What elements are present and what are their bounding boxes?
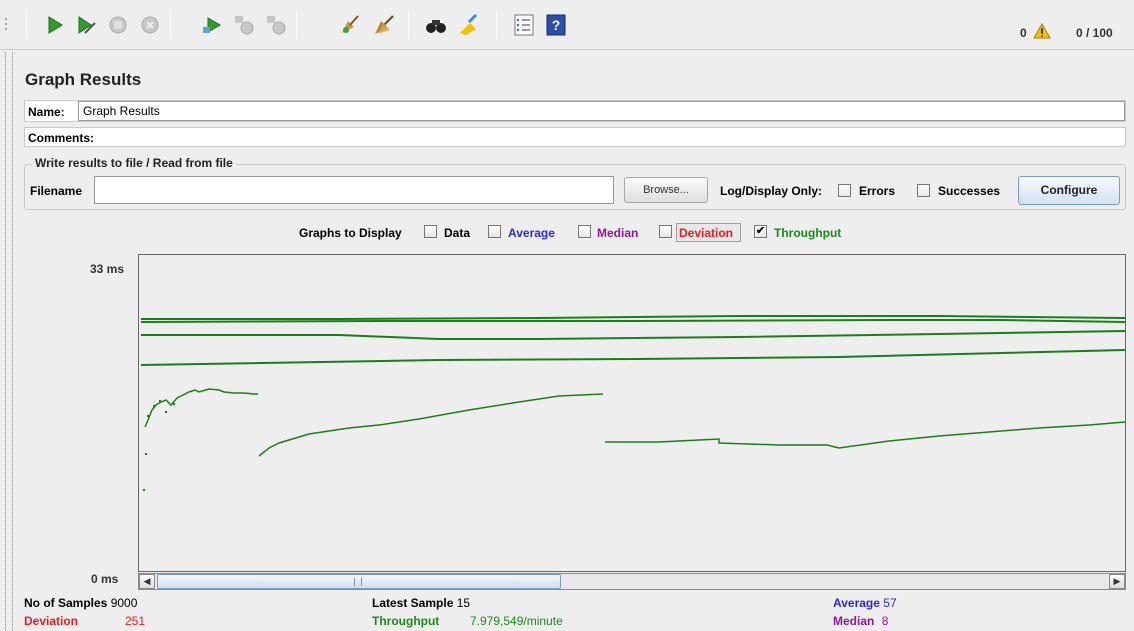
median-checkbox[interactable] xyxy=(578,225,591,238)
deviation-stat-value: 251 xyxy=(125,614,146,628)
name-field[interactable] xyxy=(78,101,1125,121)
latest-sample-label: Latest Sample xyxy=(372,596,454,610)
samples-value: 9000 xyxy=(110,596,138,610)
name-label: Name: xyxy=(28,105,65,119)
average-checkbox[interactable] xyxy=(488,225,501,238)
graph-canvas xyxy=(138,254,1126,572)
scroll-thumb-grip xyxy=(354,578,362,586)
toolbar-grip[interactable] xyxy=(2,15,10,37)
median-stat-value: 8 xyxy=(881,614,889,628)
thread-count: 0 / 100 xyxy=(1076,26,1113,40)
average-stat-value: 57 xyxy=(883,596,897,610)
throughput-point xyxy=(147,415,149,417)
file-group-title: Write results to file / Read from file xyxy=(32,156,236,170)
shutdown-icon[interactable] xyxy=(138,13,162,37)
toolbar-separator xyxy=(496,11,497,39)
successes-label: Successes xyxy=(938,184,1001,198)
deviation-stat: Deviation xyxy=(24,614,78,628)
scroll-thumb[interactable] xyxy=(157,574,561,589)
data-checkbox[interactable] xyxy=(424,225,437,238)
throughput-segment xyxy=(144,388,258,428)
filename-label: Filename xyxy=(30,184,83,198)
y-axis-min-label: 0 ms xyxy=(91,572,119,586)
graphs-to-display-label: Graphs to Display xyxy=(299,226,402,240)
throughput-line xyxy=(140,319,1125,323)
throughput-segment xyxy=(258,393,604,457)
graph-scrollbar[interactable]: ◀ ▶ xyxy=(138,573,1126,590)
samples-stat: No of Samples 9000 xyxy=(24,596,137,610)
average-stat: Average 57 xyxy=(833,596,897,610)
error-count: 0 xyxy=(1020,26,1027,40)
search-icon[interactable] xyxy=(424,13,448,37)
throughput-line xyxy=(140,349,1125,366)
median-label: Median xyxy=(597,226,639,240)
median-stat: Median 8 xyxy=(833,614,888,628)
throughput-line xyxy=(141,315,1125,320)
remote-stop-icon[interactable] xyxy=(232,13,256,37)
deviation-label: Deviation xyxy=(679,226,734,240)
log-display-label: Log/Display Only: xyxy=(720,184,823,198)
data-label: Data xyxy=(444,226,471,240)
toolbar-separator xyxy=(26,11,27,39)
warning-icon[interactable] xyxy=(1033,22,1051,39)
throughput-label: Throughput xyxy=(774,226,842,240)
throughput-segment xyxy=(605,421,1125,449)
clear-all-icon[interactable] xyxy=(372,13,396,37)
throughput-point xyxy=(143,489,145,491)
scroll-right-button[interactable]: ▶ xyxy=(1109,574,1125,589)
throughput-line xyxy=(141,330,1125,340)
remote-start-icon[interactable] xyxy=(200,13,224,37)
throughput-point xyxy=(173,403,175,405)
toolbar-separator xyxy=(408,11,409,39)
throughput-stat-value: 7.979,549/minute xyxy=(470,614,563,628)
comments-label: Comments: xyxy=(28,131,95,145)
throughput-point xyxy=(159,400,161,402)
throughput-stat: Throughput xyxy=(372,614,439,628)
throughput-checkbox[interactable]: ✔ xyxy=(754,225,767,238)
toolbar-separator xyxy=(296,11,297,39)
errors-label: Errors xyxy=(859,184,896,198)
remote-shutdown-icon[interactable] xyxy=(264,13,288,37)
help-icon[interactable]: ? xyxy=(544,13,568,37)
reset-search-icon[interactable] xyxy=(456,13,480,37)
samples-label: No of Samples xyxy=(24,596,108,610)
latest-sample-stat: Latest Sample 15 xyxy=(372,596,470,610)
throughput-graph xyxy=(140,315,1125,491)
successes-checkbox[interactable] xyxy=(917,184,930,197)
svg-text:?: ? xyxy=(552,17,561,33)
configure-button[interactable]: Configure xyxy=(1018,176,1120,205)
clear-icon[interactable] xyxy=(338,13,362,37)
jmeter-window: ? 0 0 / 100 Graph Results Name: Comments… xyxy=(0,0,1134,631)
browse-button[interactable]: Browse... xyxy=(624,177,708,203)
median-stat-label: Median xyxy=(833,614,875,628)
toolbar: ? 0 0 / 100 xyxy=(0,0,1134,50)
throughput-point xyxy=(153,405,155,407)
scroll-left-button[interactable]: ◀ xyxy=(139,574,155,589)
throughput-point xyxy=(145,453,147,455)
start-icon[interactable] xyxy=(42,13,66,37)
start-no-pauses-icon[interactable] xyxy=(74,13,98,37)
toolbar-separator xyxy=(170,11,171,39)
deviation-stat-label: Deviation xyxy=(24,614,79,628)
throughput-stat-label: Throughput xyxy=(372,614,440,628)
deviation-checkbox[interactable] xyxy=(659,225,672,238)
filename-input[interactable] xyxy=(94,176,614,204)
splitter-bar[interactable] xyxy=(5,52,13,631)
average-label: Average xyxy=(508,226,555,240)
y-axis-max-label: 33 ms xyxy=(90,262,125,276)
comments-row[interactable]: Comments: xyxy=(24,127,1126,147)
errors-checkbox[interactable] xyxy=(838,184,851,197)
latest-sample-value: 15 xyxy=(456,596,471,610)
function-helper-icon[interactable] xyxy=(512,13,536,37)
name-row: Name: xyxy=(24,100,1126,122)
stop-icon[interactable] xyxy=(106,13,130,37)
average-stat-label: Average xyxy=(833,596,880,610)
page-title: Graph Results xyxy=(25,70,142,89)
throughput-point xyxy=(165,411,167,413)
